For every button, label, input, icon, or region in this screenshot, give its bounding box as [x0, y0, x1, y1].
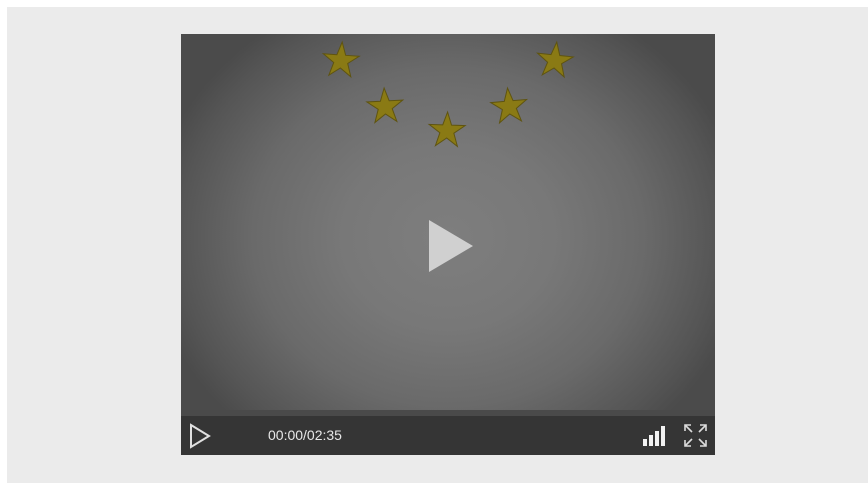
star-shape — [489, 86, 529, 125]
star-shape — [321, 40, 361, 79]
play-button[interactable] — [189, 423, 211, 449]
play-icon — [429, 220, 473, 272]
video-player[interactable]: 00:00/02:35 — [181, 34, 715, 455]
time-display: 00:00/02:35 — [268, 427, 342, 443]
signal-bars-icon — [643, 426, 665, 446]
star-shape — [365, 86, 405, 124]
video-frame[interactable] — [181, 34, 715, 410]
page-background: 00:00/02:35 — [7, 7, 868, 483]
quality-button[interactable] — [642, 425, 668, 447]
center-play-button[interactable] — [429, 220, 473, 272]
star-shape — [427, 110, 467, 148]
play-icon — [190, 423, 211, 449]
star-shape — [536, 40, 575, 79]
control-bar: 00:00/02:35 — [181, 416, 715, 455]
fullscreen-button[interactable] — [683, 423, 708, 448]
fullscreen-icon — [684, 424, 707, 447]
